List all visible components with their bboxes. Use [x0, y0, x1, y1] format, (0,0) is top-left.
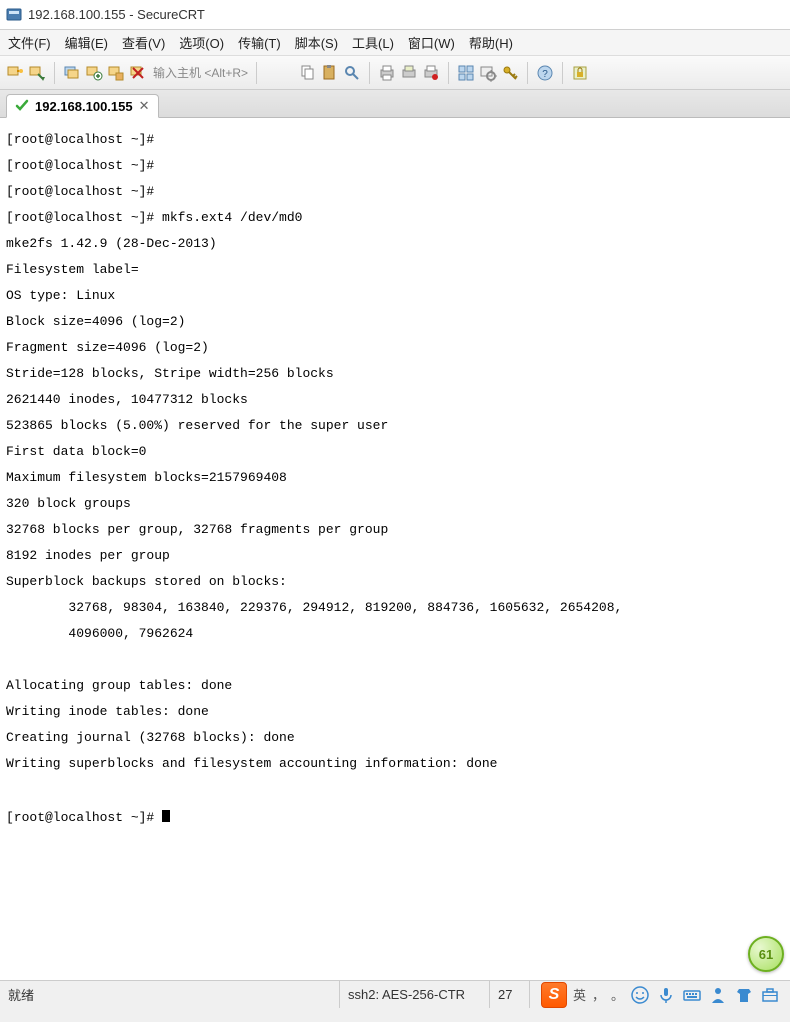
close-session-icon[interactable]	[129, 64, 147, 82]
terminal-line: 523865 blocks (5.00%) reserved for the s…	[6, 418, 388, 433]
toolbar-separator	[527, 62, 528, 84]
status-bar: 就绪 ssh2: AES-256-CTR 27 S 英 ， 。	[0, 980, 790, 1008]
status-number: 27	[498, 987, 512, 1002]
sogou-ime-icon[interactable]: S	[541, 982, 567, 1008]
print-screen-icon[interactable]	[400, 64, 418, 82]
ime-smiley-icon[interactable]	[630, 985, 650, 1005]
terminal-line: mke2fs 1.42.9 (28-Dec-2013)	[6, 236, 217, 251]
terminal-line: Writing inode tables: done	[6, 704, 209, 719]
terminal-line: Superblock backups stored on blocks:	[6, 574, 295, 589]
ime-punct2[interactable]: 。	[611, 985, 624, 1004]
global-options-icon[interactable]	[479, 64, 497, 82]
app-icon	[6, 7, 22, 23]
menu-script[interactable]: 脚本(S)	[295, 33, 338, 52]
quick-connect-icon[interactable]	[28, 64, 46, 82]
terminal-line: [root@localhost ~]#	[6, 132, 154, 147]
terminal-line: [root@localhost ~]#	[6, 184, 154, 199]
terminal-line: 32768, 98304, 163840, 229376, 294912, 81…	[6, 600, 630, 615]
tile-icon[interactable]	[457, 64, 475, 82]
menu-view[interactable]: 查看(V)	[122, 33, 165, 52]
terminal-line: First data block=0	[6, 444, 146, 459]
terminal-line: 4096000, 7962624	[6, 626, 193, 641]
menu-window[interactable]: 窗口(W)	[408, 33, 455, 52]
tab-close-icon[interactable]: ✕	[139, 98, 150, 114]
terminal[interactable]: [root@localhost ~]# [root@localhost ~]# …	[0, 118, 790, 980]
menu-bar: 文件(F) 编辑(E) 查看(V) 选项(O) 传输(T) 脚本(S) 工具(L…	[0, 30, 790, 56]
connect-icon[interactable]	[6, 64, 24, 82]
reconnect-icon[interactable]	[63, 64, 81, 82]
session-tab[interactable]: 192.168.100.155 ✕	[6, 94, 159, 118]
badge-value: 61	[759, 947, 773, 962]
ime-keyboard-icon[interactable]	[682, 985, 702, 1005]
menu-transfer[interactable]: 传输(T)	[238, 33, 281, 52]
menu-tools[interactable]: 工具(L)	[352, 33, 394, 52]
toolbar-separator	[54, 62, 55, 84]
copy-icon[interactable]	[299, 64, 317, 82]
terminal-line: Maximum filesystem blocks=2157969408	[6, 470, 287, 485]
terminal-line: Fragment size=4096 (log=2)	[6, 340, 209, 355]
toolbar-separator	[562, 62, 563, 84]
host-input-hint[interactable]: 输入主机 <Alt+R>	[153, 64, 248, 81]
find-icon[interactable]	[343, 64, 361, 82]
svg-text:?: ?	[542, 69, 548, 80]
terminal-line: 32768 blocks per group, 32768 fragments …	[6, 522, 388, 537]
toolbar-separator	[369, 62, 370, 84]
window-title: 192.168.100.155 - SecureCRT	[28, 7, 205, 22]
paste-icon[interactable]	[321, 64, 339, 82]
session-options-icon[interactable]	[107, 64, 125, 82]
perf-badge[interactable]: 61	[748, 936, 784, 972]
tab-bar: 192.168.100.155 ✕	[0, 90, 790, 118]
toolbar: 输入主机 <Alt+R> ?	[0, 56, 790, 90]
toolbar-separator	[448, 62, 449, 84]
print-selection-icon[interactable]	[422, 64, 440, 82]
menu-file[interactable]: 文件(F)	[8, 33, 51, 52]
terminal-line: Filesystem label=	[6, 262, 139, 277]
terminal-line: Stride=128 blocks, Stripe width=256 bloc…	[6, 366, 334, 381]
terminal-line: OS type: Linux	[6, 288, 115, 303]
disconnect-icon[interactable]	[85, 64, 103, 82]
tab-title: 192.168.100.155	[35, 99, 133, 114]
connected-check-icon	[15, 99, 29, 113]
ime-toolbox-icon[interactable]	[760, 985, 780, 1005]
menu-options[interactable]: 选项(O)	[179, 33, 224, 52]
help-icon[interactable]: ?	[536, 64, 554, 82]
ime-lang-label[interactable]: 英	[573, 985, 586, 1004]
print-icon[interactable]	[378, 64, 396, 82]
toolbar-separator	[256, 62, 257, 84]
cursor	[162, 810, 170, 822]
terminal-line: Writing superblocks and filesystem accou…	[6, 756, 497, 771]
terminal-line: 320 block groups	[6, 496, 131, 511]
title-bar: 192.168.100.155 - SecureCRT	[0, 0, 790, 30]
ime-mic-icon[interactable]	[656, 985, 676, 1005]
menu-edit[interactable]: 编辑(E)	[65, 33, 108, 52]
ime-tray: S 英 ， 。	[535, 982, 786, 1008]
menu-help[interactable]: 帮助(H)	[469, 33, 513, 52]
terminal-line: [root@localhost ~]# mkfs.ext4 /dev/md0	[6, 210, 302, 225]
ime-punct1[interactable]: ，	[592, 985, 605, 1004]
key-icon[interactable]	[501, 64, 519, 82]
ime-skin-icon[interactable]	[734, 985, 754, 1005]
status-connection: ssh2: AES-256-CTR	[348, 987, 465, 1002]
terminal-line: [root@localhost ~]#	[6, 158, 154, 173]
terminal-line: Creating journal (32768 blocks): done	[6, 730, 295, 745]
status-ready: 就绪	[8, 985, 34, 1004]
terminal-line: 2621440 inodes, 10477312 blocks	[6, 392, 248, 407]
terminal-line: 8192 inodes per group	[6, 548, 170, 563]
terminal-prompt: [root@localhost ~]#	[6, 810, 162, 825]
lock-icon[interactable]	[571, 64, 589, 82]
terminal-line: Block size=4096 (log=2)	[6, 314, 185, 329]
terminal-line: Allocating group tables: done	[6, 678, 232, 693]
ime-person-icon[interactable]	[708, 985, 728, 1005]
